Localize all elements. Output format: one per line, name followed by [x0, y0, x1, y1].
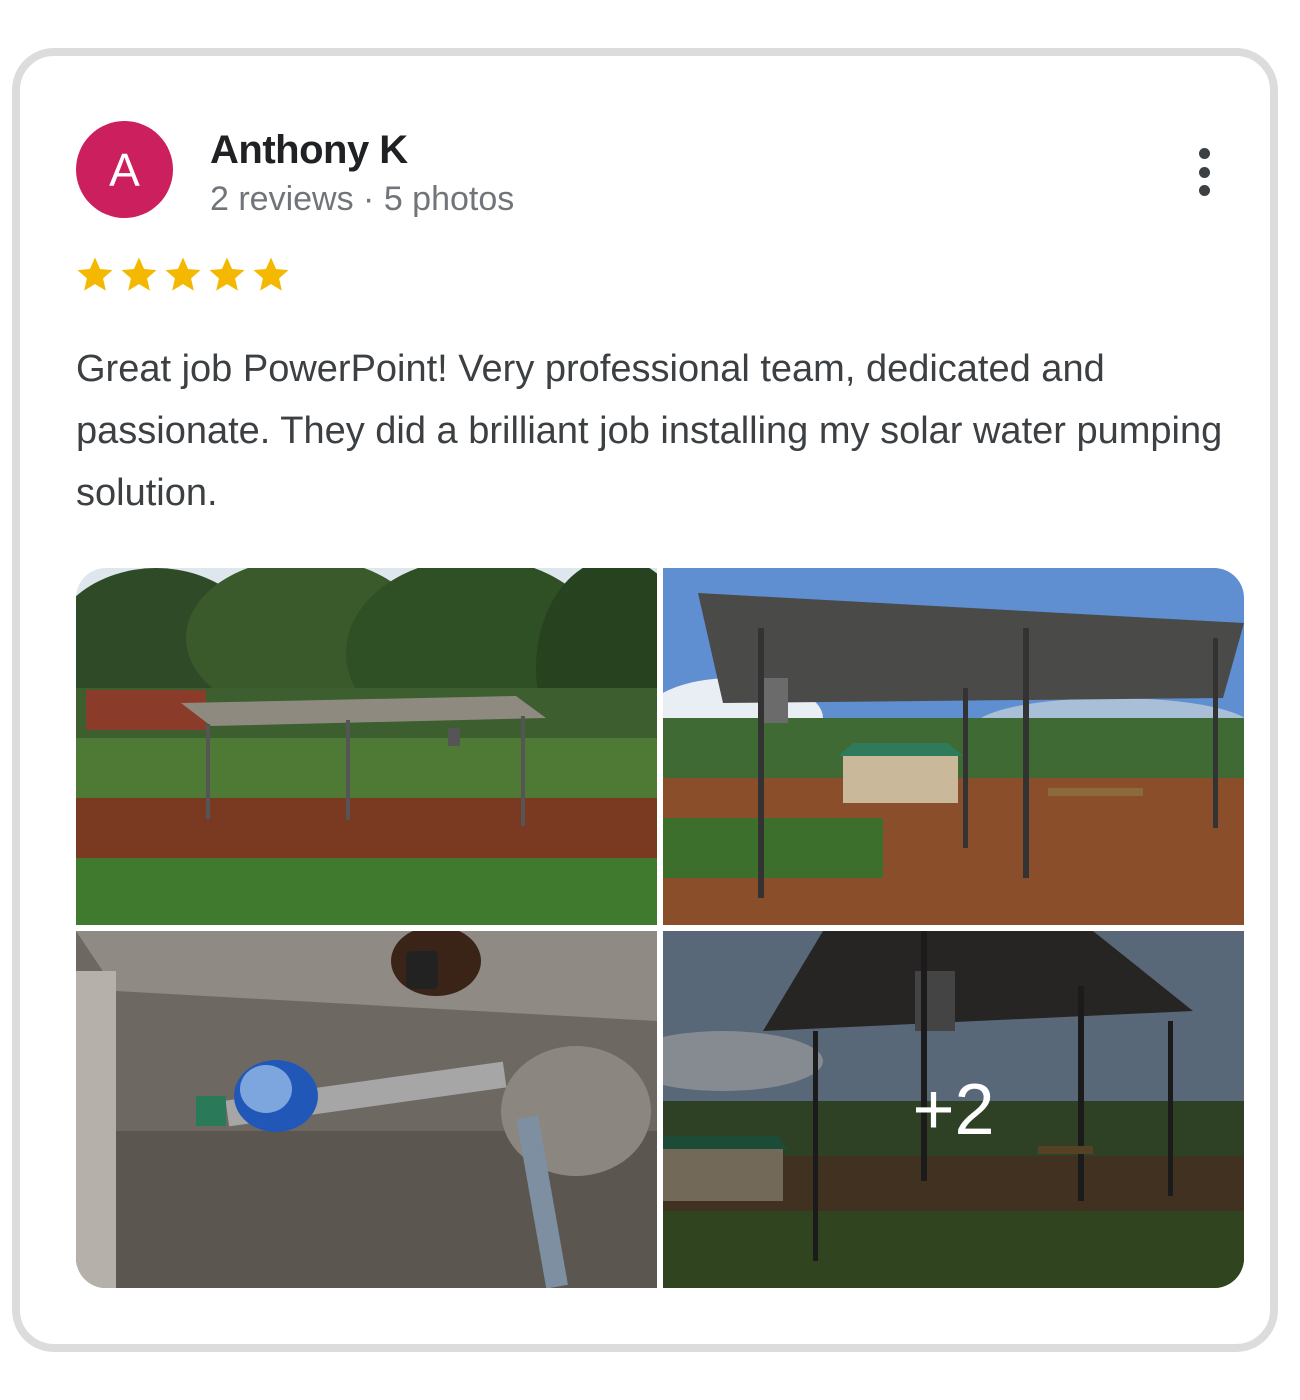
star-icon	[121, 257, 157, 291]
star-icon	[209, 257, 245, 291]
more-options-icon[interactable]	[1184, 142, 1224, 202]
solar-panel-garden-photo[interactable]	[76, 568, 657, 925]
star-icon	[77, 257, 113, 291]
solar-canopy-evening-photo[interactable]: +2	[663, 931, 1244, 1288]
review-card: A Anthony K 2 reviews · 5 photos Great j…	[12, 48, 1278, 1352]
solar-panel-canopy-photo[interactable]	[663, 568, 1244, 925]
avatar-initial: A	[109, 143, 140, 196]
review-text: Great job PowerPoint! Very professional …	[76, 348, 1223, 514]
more-photos-overlay[interactable]: +2	[663, 931, 1244, 1288]
star-icon	[165, 257, 201, 291]
more-photos-count: +2	[912, 1069, 995, 1150]
avatar[interactable]: A	[76, 121, 173, 218]
reviewer-name[interactable]: Anthony K	[210, 128, 408, 173]
reviewer-meta: 2 reviews · 5 photos	[210, 180, 515, 218]
water-meter-pipe-photo[interactable]	[76, 931, 657, 1288]
star-icon	[253, 257, 289, 291]
photo-grid: +2	[76, 568, 1244, 1288]
star-rating	[74, 254, 292, 296]
